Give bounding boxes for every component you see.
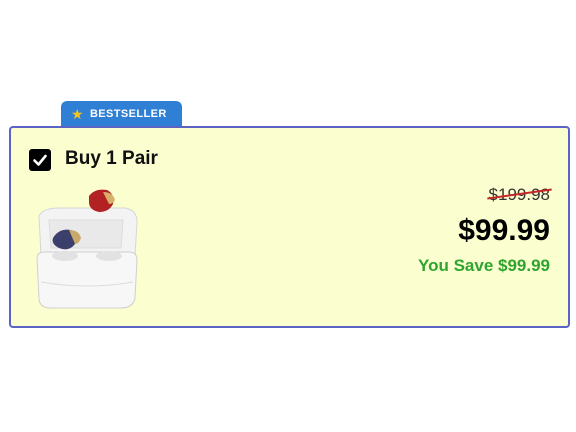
star-icon: ★ xyxy=(71,106,84,122)
checkmark-icon xyxy=(33,154,47,166)
savings-text: You Save $99.99 xyxy=(418,256,550,275)
bestseller-badge: ★ BESTSELLER xyxy=(61,101,182,127)
original-price: $199.98 xyxy=(486,184,552,206)
bestseller-label: BESTSELLER xyxy=(89,108,167,120)
hearing-aid-product-image xyxy=(36,189,138,309)
bundle-option-card[interactable]: Buy 1 Pair $199.98 $99.99 You Save $99.9… xyxy=(9,126,570,328)
select-option-checkbox[interactable] xyxy=(29,149,51,171)
sale-price: $99.99 xyxy=(458,214,550,247)
option-title: Buy 1 Pair xyxy=(65,148,158,169)
price-block: $199.98 $99.99 You Save $99.99 xyxy=(418,184,552,276)
